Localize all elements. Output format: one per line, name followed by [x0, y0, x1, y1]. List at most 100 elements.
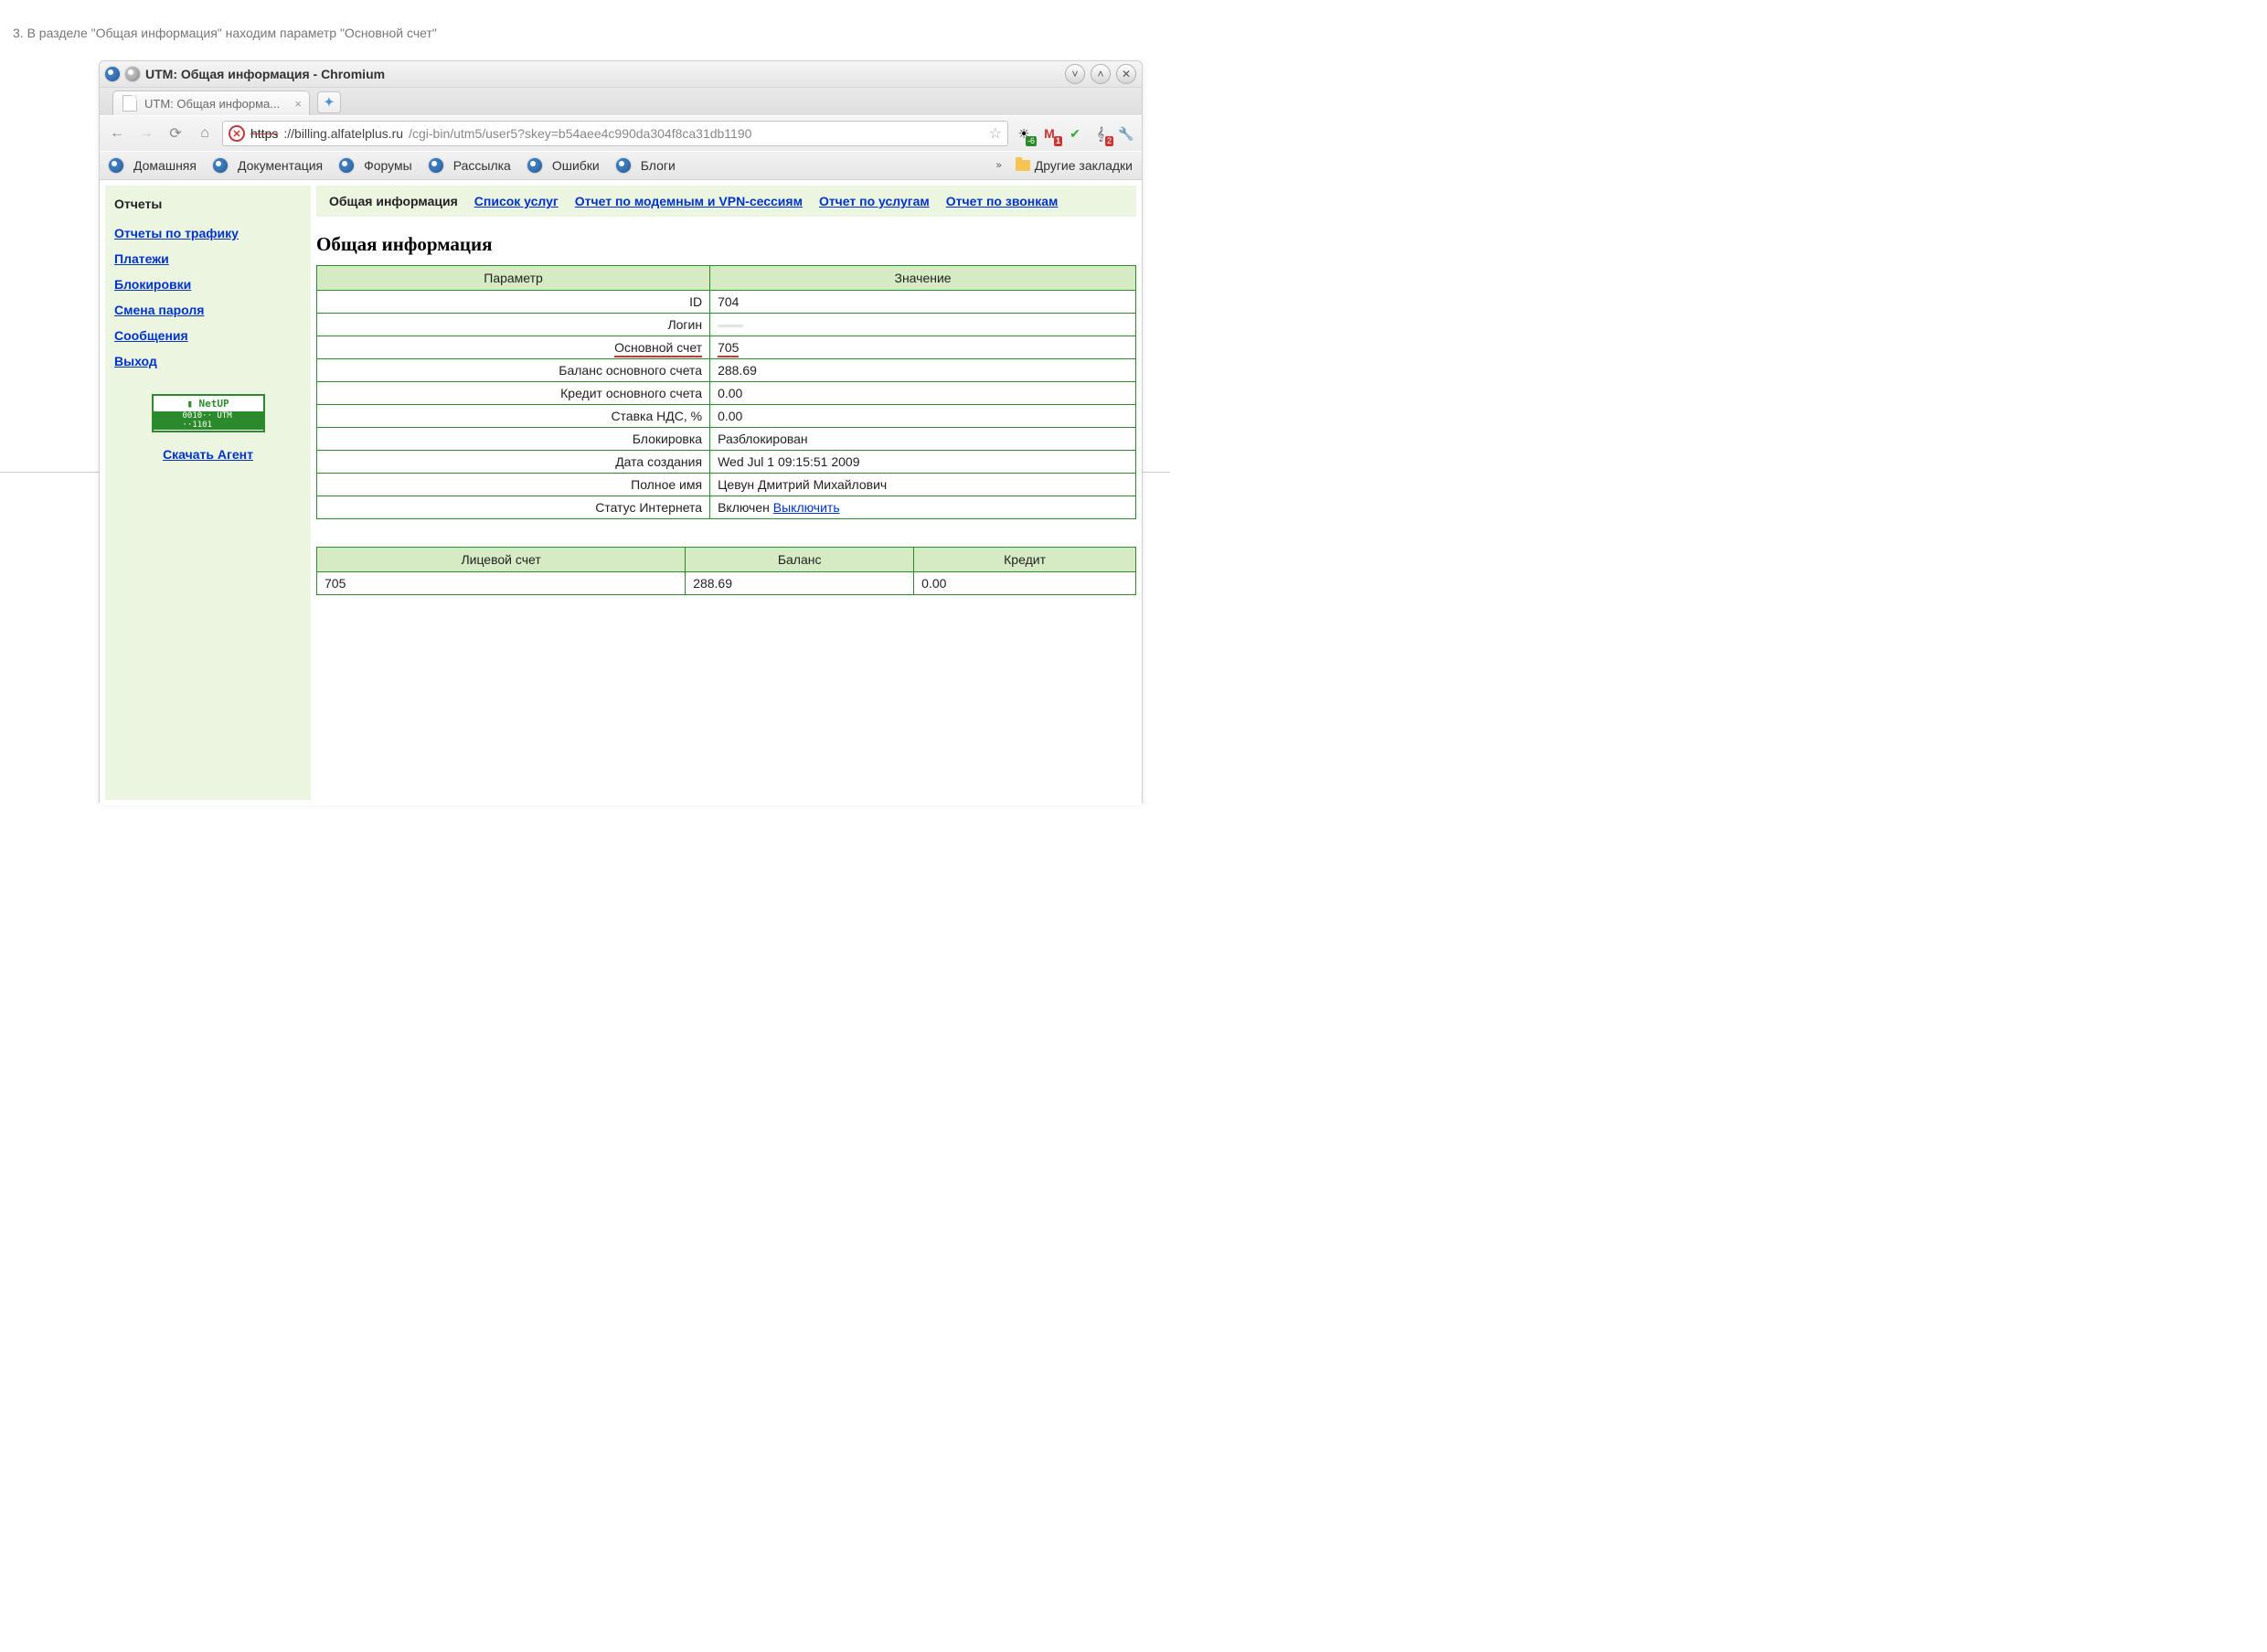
- bookmark-home[interactable]: Домашняя: [109, 158, 197, 173]
- bookmark-blogs[interactable]: Блоги: [616, 158, 676, 173]
- cell-value: 704: [710, 291, 1136, 314]
- instruction-text: 3. В разделе "Общая информация" находим …: [0, 0, 1170, 51]
- window-titlebar: UTM: Общая информация - Chromium ˅ ˄ ✕: [100, 61, 1142, 88]
- sidebar-item-messages[interactable]: Сообщения: [114, 323, 302, 348]
- browser-toolbar: ← → ⟳ ⌂ ✕ https://billing.alfatelplus.ru…: [100, 115, 1142, 151]
- bookmark-label: Домашняя: [133, 158, 197, 173]
- table-row: Статус ИнтернетаВключен Выключить: [317, 496, 1136, 519]
- table-row: БлокировкаРазблокирован: [317, 428, 1136, 451]
- cell-balance: 288.69: [686, 572, 914, 595]
- tab-close-icon[interactable]: ×: [294, 97, 302, 111]
- bookmark-star-icon[interactable]: ☆: [989, 124, 1002, 143]
- window-title: UTM: Общая информация - Chromium: [145, 67, 385, 81]
- browser-window: UTM: Общая информация - Chromium ˅ ˄ ✕ U…: [99, 60, 1143, 803]
- table-row: Основной счет 705: [317, 336, 1136, 359]
- subnav-call-report[interactable]: Отчет по звонкам: [946, 194, 1059, 208]
- back-button[interactable]: ←: [105, 122, 129, 145]
- highlighted-param: Основной счет: [614, 340, 702, 357]
- bookmark-docs[interactable]: Документация: [213, 158, 323, 173]
- page-viewport: Отчеты Отчеты по трафику Платежи Блокиро…: [100, 180, 1142, 805]
- sidebar-item-password[interactable]: Смена пароля: [114, 297, 302, 323]
- sidebar: Отчеты Отчеты по трафику Платежи Блокиро…: [105, 186, 311, 800]
- table-row: Баланс основного счета288.69: [317, 359, 1136, 382]
- globe-icon: [527, 158, 542, 173]
- tab-title: UTM: Общая информа...: [144, 97, 280, 111]
- main-content: Общая информация Список услуг Отчет по м…: [311, 186, 1136, 800]
- cell-value: 0.00: [710, 405, 1136, 428]
- cell-param: Статус Интернета: [317, 496, 710, 519]
- sidebar-item-traffic[interactable]: Отчеты по трафику: [114, 220, 302, 246]
- accounts-table: Лицевой счет Баланс Кредит 705 288.69 0.…: [316, 547, 1136, 595]
- table-row: ID704: [317, 291, 1136, 314]
- subnav-vpn-report[interactable]: Отчет по модемным и VPN-сессиям: [575, 194, 803, 208]
- bookmarks-bar: Домашняя Документация Форумы Рассылка Ош…: [100, 151, 1142, 180]
- subnav-service-report[interactable]: Отчет по услугам: [819, 194, 930, 208]
- subnav-services[interactable]: Список услуг: [474, 194, 559, 208]
- general-info-table: Параметр Значение ID704Логин——Основной с…: [316, 265, 1136, 519]
- blurred-login: ——: [718, 317, 743, 332]
- cell-value: Включен Выключить: [710, 496, 1136, 519]
- th-balance: Баланс: [686, 548, 914, 572]
- th-account: Лицевой счет: [317, 548, 686, 572]
- netup-logo-bottom: 0010·· UTM ··1101: [154, 411, 263, 430]
- cell-value: 288.69: [710, 359, 1136, 382]
- cell-param: Блокировка: [317, 428, 710, 451]
- sidebar-item-blocks[interactable]: Блокировки: [114, 272, 302, 297]
- sidebar-item-exit[interactable]: Выход: [114, 348, 302, 374]
- tab-strip: UTM: Общая информа... × ✦: [100, 88, 1142, 115]
- globe-icon: [339, 158, 354, 173]
- cell-value: 705: [710, 336, 1136, 359]
- browser-tab[interactable]: UTM: Общая информа... ×: [112, 91, 310, 115]
- cell-value: Разблокирован: [710, 428, 1136, 451]
- globe-icon: [429, 158, 443, 173]
- table-row: 705 288.69 0.00: [317, 572, 1136, 595]
- cell-param: Баланс основного счета: [317, 359, 710, 382]
- reload-button[interactable]: ⟳: [164, 122, 187, 145]
- cell-param: Логин: [317, 314, 710, 336]
- other-bookmarks-label: Другие закладки: [1035, 158, 1133, 173]
- gmail-badge: 1: [1054, 136, 1062, 146]
- url-host: ://billing.alfatelplus.ru: [283, 126, 403, 141]
- cell-value: Цевун Дмитрий Михайлович: [710, 474, 1136, 496]
- download-agent-link[interactable]: Скачать Агент: [114, 442, 302, 467]
- music-badge: 2: [1105, 136, 1113, 146]
- sidebar-item-payments[interactable]: Платежи: [114, 246, 302, 272]
- bookmark-label: Ошибки: [552, 158, 600, 173]
- window-maximize-button[interactable]: ˄: [1091, 64, 1111, 84]
- window-close-button[interactable]: ✕: [1116, 64, 1136, 84]
- cell-param: ID: [317, 291, 710, 314]
- toggle-internet-link[interactable]: Выключить: [773, 500, 840, 515]
- cell-param: Дата создания: [317, 451, 710, 474]
- cell-value: 0.00: [710, 382, 1136, 405]
- netup-logo-top: ▮ NetUP: [186, 398, 229, 410]
- bookmark-forums[interactable]: Форумы: [339, 158, 412, 173]
- cell-param: Ставка НДС, %: [317, 405, 710, 428]
- bookmark-label: Форумы: [364, 158, 412, 173]
- cell-param: Полное имя: [317, 474, 710, 496]
- table-row: Кредит основного счета0.00: [317, 382, 1136, 405]
- bookmark-errors[interactable]: Ошибки: [527, 158, 600, 173]
- window-minimize-button[interactable]: ˅: [1065, 64, 1085, 84]
- other-bookmarks[interactable]: Другие закладки: [1016, 158, 1133, 173]
- subnav-active: Общая информация: [329, 194, 458, 208]
- music-ext-icon[interactable]: 𝄞2: [1091, 123, 1111, 144]
- address-bar[interactable]: ✕ https://billing.alfatelplus.ru/cgi-bin…: [222, 121, 1008, 146]
- table-row: Дата созданияWed Jul 1 09:15:51 2009: [317, 451, 1136, 474]
- cell-value: Wed Jul 1 09:15:51 2009: [710, 451, 1136, 474]
- cell-param: Основной счет: [317, 336, 710, 359]
- wrench-menu-icon[interactable]: 🔧: [1116, 123, 1136, 144]
- new-tab-button[interactable]: ✦: [317, 91, 341, 113]
- check-ext-icon[interactable]: ✔: [1065, 123, 1085, 144]
- home-button[interactable]: ⌂: [193, 122, 217, 145]
- forward-button[interactable]: →: [134, 122, 158, 145]
- bookmarks-overflow-icon[interactable]: »: [996, 160, 999, 171]
- chromium-icon: [105, 67, 120, 81]
- sidebar-heading: Отчеты: [114, 191, 302, 220]
- weather-badge: -6: [1026, 136, 1037, 146]
- bookmark-mailing[interactable]: Рассылка: [429, 158, 511, 173]
- highlighted-value: 705: [718, 340, 739, 357]
- gmail-ext-icon[interactable]: M1: [1039, 123, 1059, 144]
- weather-ext-icon[interactable]: ☀-6: [1014, 123, 1034, 144]
- bookmark-label: Документация: [238, 158, 323, 173]
- th-credit: Кредит: [914, 548, 1136, 572]
